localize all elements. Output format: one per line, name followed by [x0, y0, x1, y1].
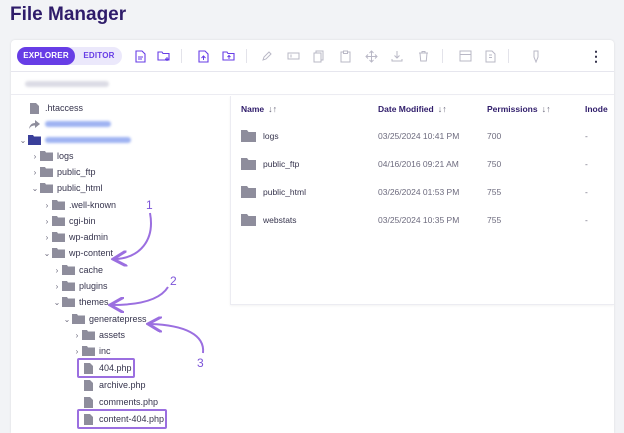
annotation-number-2: 2: [170, 274, 177, 288]
arrow-1: [115, 212, 152, 259]
annotation-arrows: [0, 212, 205, 354]
annotation-number-3: 3: [197, 356, 204, 370]
annotation-number-1: 1: [146, 198, 153, 212]
arrow-2: [112, 286, 169, 305]
arrow-3: [150, 324, 205, 354]
